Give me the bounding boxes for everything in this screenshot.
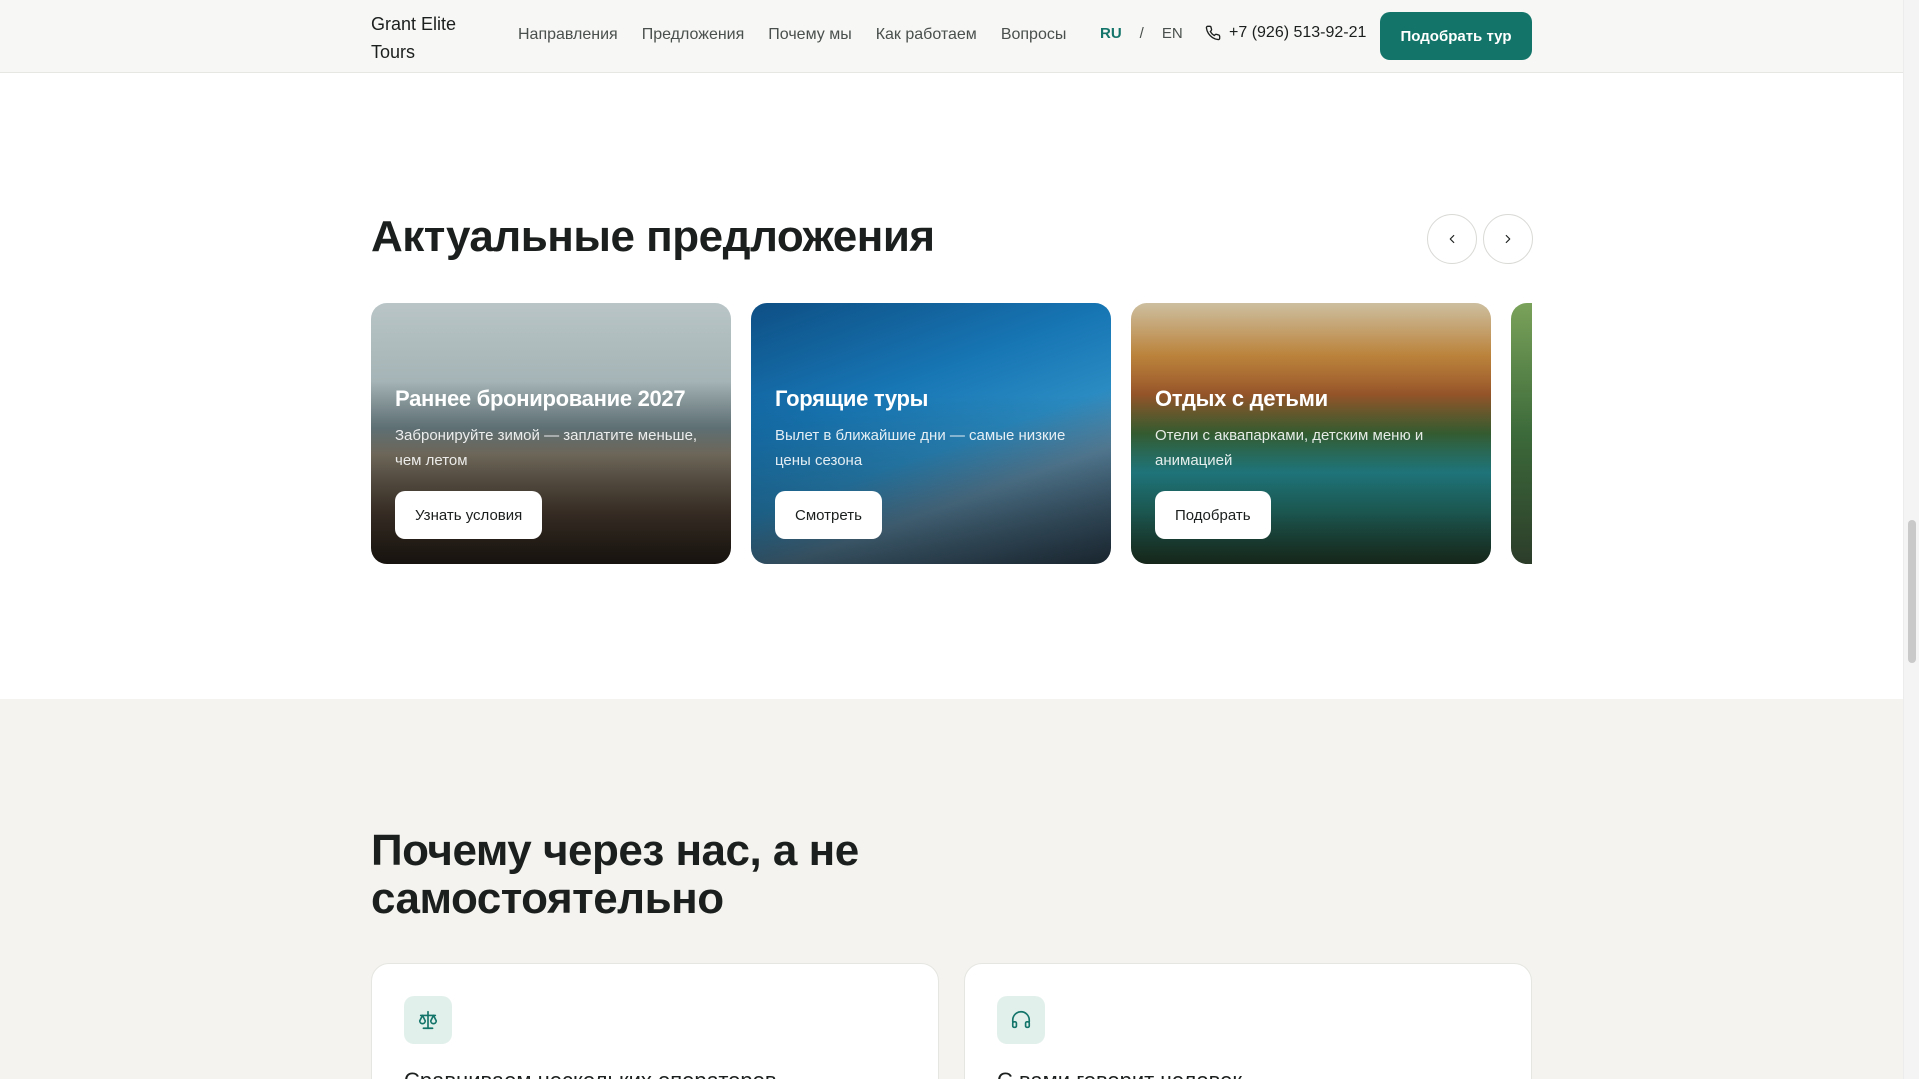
- chevron-left-icon: [1449, 234, 1455, 244]
- offer-card-button[interactable]: Смотреть: [775, 491, 882, 539]
- nav-item-how-we-work[interactable]: Как работаем: [876, 24, 977, 46]
- why-us-title: Почему через нас, а не самостоятельно: [371, 826, 859, 923]
- nav-item-faq[interactable]: Вопросы: [1001, 24, 1067, 46]
- page-scrollbar[interactable]: [1903, 0, 1919, 1079]
- offers-title: Актуальные предложения: [371, 212, 935, 261]
- phone-icon: [1205, 25, 1221, 41]
- why-card-title: Сравниваем нескольких операторов: [404, 1068, 777, 1079]
- why-card-title: С вами говорит человек: [997, 1068, 1242, 1079]
- lang-en[interactable]: EN: [1162, 25, 1183, 42]
- logo[interactable]: Grant Elite Tours: [371, 10, 481, 66]
- offer-card-button[interactable]: Подобрать: [1155, 491, 1271, 539]
- offer-card-title: Раннее бронирование 2027: [395, 386, 686, 411]
- lang-ru[interactable]: RU: [1100, 25, 1122, 42]
- offer-card-description: Забронируйте зимой — заплатите меньше, ч…: [395, 427, 698, 469]
- language-switcher: RU / EN: [1100, 25, 1183, 42]
- phone-number: +7 (926) 513-92-21: [1229, 24, 1367, 41]
- offer-card-description: Вылет в ближайшие дни — самые низкие цен…: [775, 427, 1066, 469]
- offer-card-button[interactable]: Узнать условия: [395, 491, 543, 539]
- offer-card-description: Отели с аквапарками, детским меню и аним…: [1155, 427, 1424, 469]
- carousel-prev-button[interactable]: [1427, 214, 1477, 264]
- offer-card-early-booking[interactable]: Раннее бронирование 2027 Забронируйте зи…: [371, 303, 731, 564]
- site-header: Grant Elite Tours Направления Предложени…: [0, 0, 1903, 73]
- offer-card-family[interactable]: Отдых с детьми Отели с аквапарками, детс…: [1131, 303, 1491, 564]
- nav-item-destinations[interactable]: Направления: [518, 24, 618, 46]
- nav-item-why-us[interactable]: Почему мы: [768, 24, 851, 46]
- offer-card-partial[interactable]: [1511, 303, 1532, 564]
- lang-separator: /: [1139, 25, 1144, 42]
- why-us-section: Почему через нас, а не самостоятельно Ср…: [0, 699, 1903, 1079]
- offer-card-hot-tours[interactable]: Горящие туры Вылет в ближайшие дни — сам…: [751, 303, 1111, 564]
- phone-link[interactable]: +7 (926) 513-92-21: [1205, 24, 1366, 42]
- offer-card-title: Отдых с детьми: [1155, 386, 1328, 411]
- chevron-right-icon: [1505, 234, 1511, 244]
- headset-icon: [997, 996, 1045, 1044]
- main-nav: Направления Предложения Почему мы Как ра…: [518, 24, 1090, 46]
- offers-carousel: Раннее бронирование 2027 Забронируйте зи…: [371, 303, 1532, 564]
- nav-item-offers[interactable]: Предложения: [642, 24, 745, 46]
- carousel-next-button[interactable]: [1483, 214, 1533, 264]
- why-card-compare: Сравниваем нескольких операторов: [371, 963, 939, 1079]
- scales-icon: [404, 996, 452, 1044]
- offer-card-title: Горящие туры: [775, 386, 929, 411]
- find-tour-button[interactable]: Подобрать тур: [1380, 12, 1532, 60]
- scrollbar-thumb[interactable]: [1908, 520, 1916, 663]
- why-card-human: С вами говорит человек: [964, 963, 1532, 1079]
